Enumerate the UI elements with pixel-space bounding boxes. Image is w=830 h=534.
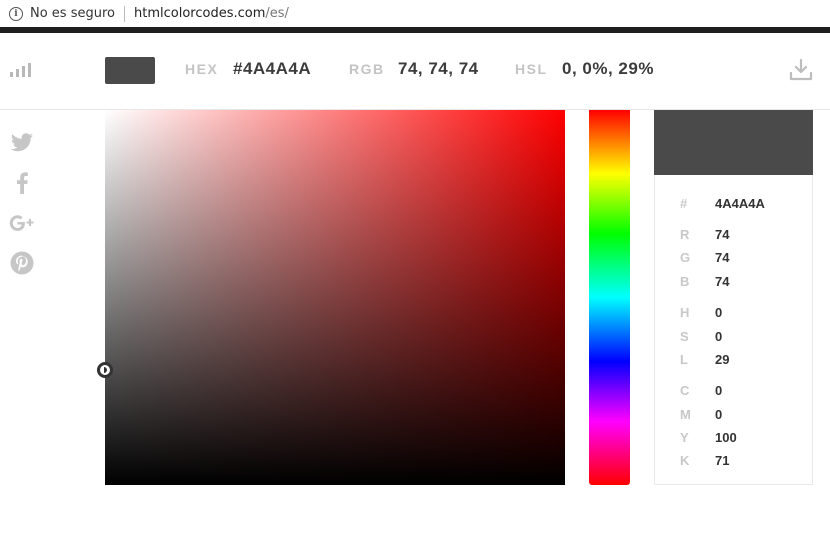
- color-row-value[interactable]: 0: [715, 407, 722, 422]
- stats-icon[interactable]: [10, 63, 34, 77]
- selected-color-swatch: [105, 57, 155, 84]
- color-row-label: H: [680, 305, 690, 320]
- address-bar[interactable]: i No es seguro htmlcolorcodes.com/es/: [0, 0, 830, 27]
- value-gradient: [105, 110, 565, 485]
- color-row-label: C: [680, 383, 690, 398]
- hsl-value[interactable]: 0, 0%, 29%: [562, 59, 654, 79]
- divider: [124, 5, 125, 22]
- color-row-value[interactable]: 74: [715, 227, 729, 242]
- color-picker-handle[interactable]: [97, 362, 113, 378]
- hex-label: HEX: [185, 61, 219, 77]
- hue-slider[interactable]: [589, 110, 630, 485]
- security-status[interactable]: No es seguro: [30, 6, 115, 21]
- facebook-icon[interactable]: [9, 170, 35, 196]
- color-row-label: S: [680, 329, 689, 344]
- color-row-label: K: [680, 453, 690, 468]
- color-info-panel: #4A4A4A R 74 G 74 B 74 H 0 S 0 L 29 C 0 M 0 Y 100 K 71: [654, 110, 813, 485]
- rgb-value[interactable]: 74, 74, 74: [398, 59, 479, 79]
- color-row-value[interactable]: 4A4A4A: [715, 196, 765, 211]
- color-row-value[interactable]: 100: [715, 430, 737, 445]
- color-row-value[interactable]: 0: [715, 383, 722, 398]
- social-share-bar: [9, 130, 37, 290]
- download-icon[interactable]: [789, 59, 813, 81]
- color-row-label: M: [680, 407, 691, 422]
- selected-color-preview: [654, 110, 813, 175]
- color-row-value[interactable]: 71: [715, 453, 729, 468]
- google-plus-icon[interactable]: [9, 210, 35, 236]
- pinterest-icon[interactable]: [9, 250, 35, 276]
- hex-value[interactable]: #4A4A4A: [233, 59, 311, 79]
- color-row-label: R: [680, 227, 690, 242]
- color-row-label: G: [680, 250, 691, 265]
- color-row-value[interactable]: 74: [715, 274, 729, 289]
- rgb-label: RGB: [349, 61, 385, 77]
- color-row-value[interactable]: 74: [715, 250, 729, 265]
- color-row-label: #: [680, 196, 688, 211]
- saturation-value-field[interactable]: [105, 110, 565, 485]
- color-row-label: Y: [680, 430, 689, 445]
- info-icon[interactable]: i: [9, 6, 23, 21]
- color-row-value[interactable]: 0: [715, 305, 722, 320]
- url-domain[interactable]: htmlcolorcodes.com: [134, 6, 265, 21]
- color-row-value[interactable]: 29: [715, 352, 729, 367]
- hsl-label: HSL: [515, 61, 548, 77]
- color-toolbar: HEX #4A4A4A RGB 74, 74, 74 HSL 0, 0%, 29…: [0, 33, 830, 110]
- color-row-value[interactable]: 0: [715, 329, 722, 344]
- url-path[interactable]: /es/: [265, 6, 289, 21]
- twitter-icon[interactable]: [9, 130, 35, 156]
- color-row-label: B: [680, 274, 690, 289]
- color-row-label: L: [680, 352, 688, 367]
